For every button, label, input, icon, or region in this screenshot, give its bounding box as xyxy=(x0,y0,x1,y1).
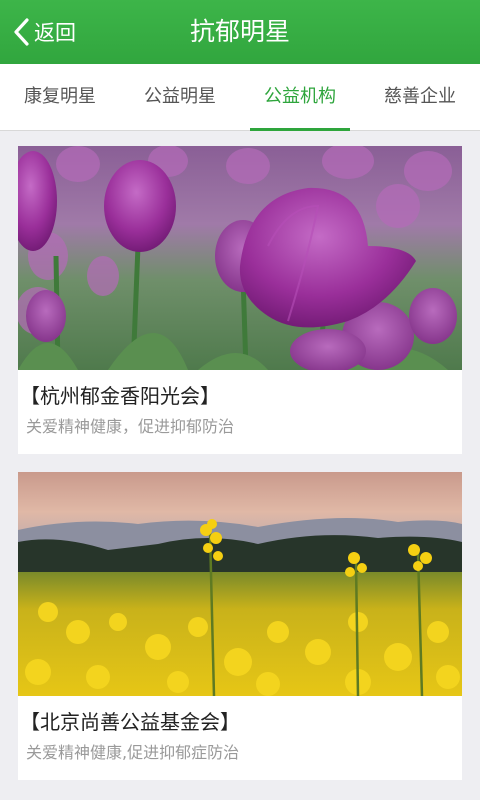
tab-charity-stars[interactable]: 公益明星 xyxy=(120,64,240,130)
tab-charity-companies[interactable]: 慈善企业 xyxy=(360,64,480,130)
chevron-left-icon xyxy=(14,18,29,46)
organization-description: 关爱精神健康,促进抑郁症防治 xyxy=(26,743,240,762)
list-item[interactable]: 【杭州郁金香阳光会】 关爱精神健康，促进抑郁防治 xyxy=(18,146,462,454)
back-label: 返回 xyxy=(34,21,76,45)
rapeseed-flowers-image xyxy=(18,472,462,696)
organization-name: 【杭州郁金香阳光会】 xyxy=(20,384,220,408)
tab-bar: 康复明星 公益明星 公益机构 慈善企业 xyxy=(0,64,480,131)
organization-name: 【北京尚善公益基金会】 xyxy=(20,710,240,734)
list-item[interactable]: 【北京尚善公益基金会】 关爱精神健康,促进抑郁症防治 xyxy=(18,472,462,780)
tab-rehab-stars[interactable]: 康复明星 xyxy=(0,64,120,130)
purple-tulips-image xyxy=(18,146,462,370)
organization-list: 【杭州郁金香阳光会】 关爱精神健康，促进抑郁防治 【北京尚善公益基金会】 关爱精… xyxy=(18,146,462,798)
header-bar: 返回 抗郁明星 xyxy=(0,0,480,64)
back-button[interactable]: 返回 xyxy=(12,14,76,50)
tab-charity-organizations[interactable]: 公益机构 xyxy=(240,64,360,131)
organization-description: 关爱精神健康，促进抑郁防治 xyxy=(26,417,235,436)
